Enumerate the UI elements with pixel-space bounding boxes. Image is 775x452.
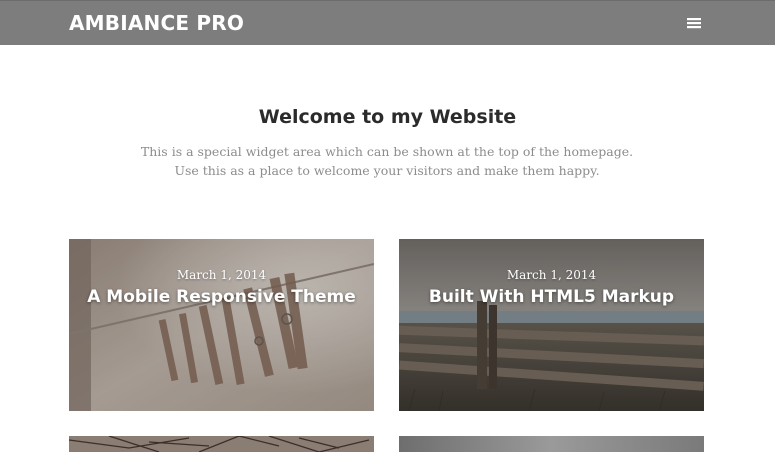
site-title[interactable]: AMBIANCE PRO [69,10,244,36]
welcome-title: Welcome to my Website [258,106,517,128]
post-card[interactable] [69,436,374,452]
hamburger-menu-icon[interactable] [684,15,704,31]
post-title[interactable]: A Mobile Responsive Theme [69,285,374,309]
post-card[interactable]: March 1, 2014 Built With HTML5 Markup [399,239,704,411]
post-date: March 1, 2014 [176,268,267,282]
post-date: March 1, 2014 [506,268,597,282]
welcome-text: This is a special widget area which can … [140,144,634,178]
post-title[interactable]: Built With HTML5 Markup [399,285,704,309]
post-card[interactable]: March 1, 2014 A Mobile Responsive Theme [69,239,374,411]
site-header: AMBIANCE PRO [0,0,775,45]
tree-branches-photo [69,436,374,452]
post-card[interactable] [399,436,704,452]
sky-photo [399,436,704,452]
